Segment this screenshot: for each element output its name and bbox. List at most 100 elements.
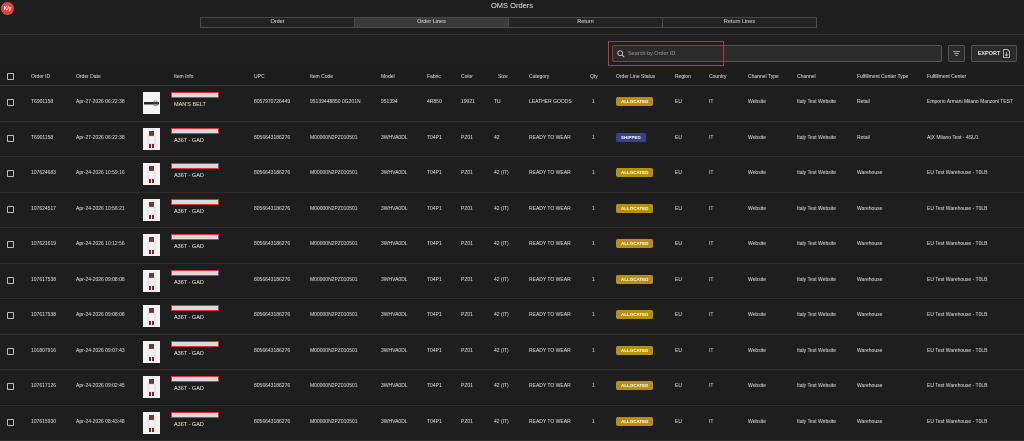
row-checkbox[interactable] bbox=[7, 206, 14, 213]
table-row[interactable]: 107617538Apr-24-2026 09:08:0880566431862… bbox=[0, 264, 1024, 300]
item-sku-chip[interactable] bbox=[171, 270, 219, 276]
cell-fabric: T04P1 bbox=[427, 312, 442, 318]
tab-return[interactable]: Return bbox=[509, 18, 663, 27]
col-upc[interactable]: UPC bbox=[254, 74, 265, 80]
export-button[interactable]: EXPORT bbox=[971, 45, 1017, 62]
cell-size: 42 (IT) bbox=[494, 348, 509, 354]
product-thumbnail[interactable] bbox=[143, 376, 160, 398]
col-size[interactable]: Size bbox=[498, 74, 508, 80]
cell-category: READY TO WEAR bbox=[529, 312, 571, 318]
col-order-id[interactable]: Order ID bbox=[31, 74, 50, 80]
item-sku-chip[interactable] bbox=[171, 163, 219, 169]
export-label: EXPORT bbox=[978, 51, 1001, 57]
item-name: A36T - GAD bbox=[174, 244, 204, 250]
cell-order-id: 107617538 bbox=[31, 277, 56, 283]
col-item-code[interactable]: Item Code bbox=[310, 74, 333, 80]
cell-channel: Italy Test Website bbox=[797, 206, 836, 212]
filter-button[interactable] bbox=[948, 45, 965, 62]
item-sku-chip[interactable] bbox=[171, 234, 219, 240]
cell-region: EU bbox=[675, 241, 682, 247]
table-row[interactable]: 107615930Apr-24-2026 08:43:4880566431862… bbox=[0, 406, 1024, 441]
cell-upc: 8056643186276 bbox=[254, 241, 290, 247]
cell-country: IT bbox=[709, 170, 713, 176]
col-order-line-status[interactable]: Order Line Status bbox=[616, 74, 655, 80]
row-checkbox[interactable] bbox=[7, 99, 14, 106]
item-name: A36T - GAD bbox=[174, 386, 204, 392]
cell-fc-type: Warehouse bbox=[857, 241, 882, 247]
col-fulfillment-center[interactable]: Fulfillment Center bbox=[927, 74, 966, 80]
product-thumbnail[interactable] bbox=[143, 199, 160, 221]
row-checkbox[interactable] bbox=[7, 277, 14, 284]
col-model[interactable]: Model bbox=[381, 74, 395, 80]
select-all-checkbox[interactable] bbox=[7, 73, 14, 80]
row-checkbox[interactable] bbox=[7, 348, 14, 355]
cell-country: IT bbox=[709, 419, 713, 425]
table-row[interactable]: T6901158Apr-27-2026 06:22:38805664318627… bbox=[0, 122, 1024, 158]
col-color[interactable]: Color bbox=[461, 74, 473, 80]
product-thumbnail[interactable] bbox=[143, 128, 160, 150]
cell-order-id: 107621619 bbox=[31, 241, 56, 247]
cell-category: READY TO WEAR bbox=[529, 135, 571, 141]
row-checkbox[interactable] bbox=[7, 312, 14, 319]
cell-model: 3WHVA0DL bbox=[381, 312, 408, 318]
table-row[interactable]: T6901158Apr-27-2026 06:22:38805797072644… bbox=[0, 86, 1024, 122]
col-channel[interactable]: Channel bbox=[797, 74, 816, 80]
col-qty[interactable]: Qty bbox=[590, 74, 598, 80]
item-sku-chip[interactable] bbox=[171, 376, 219, 382]
cell-order-date: Apr-27-2026 06:22:38 bbox=[76, 99, 125, 105]
product-thumbnail[interactable] bbox=[143, 305, 160, 327]
col-channel-type[interactable]: Channel Type bbox=[748, 74, 779, 80]
tab-return-lines[interactable]: Return Lines bbox=[663, 18, 816, 27]
product-thumbnail[interactable] bbox=[143, 234, 160, 256]
tab-order[interactable]: Order bbox=[201, 18, 355, 27]
cell-size: TU bbox=[494, 99, 501, 105]
status-badge: ALLOCATED bbox=[616, 168, 653, 177]
cell-qty: 1 bbox=[592, 99, 595, 105]
item-name: A36T - GAD bbox=[174, 422, 204, 428]
search-input[interactable] bbox=[626, 46, 930, 62]
col-item-info[interactable]: Item Info bbox=[174, 74, 193, 80]
row-checkbox[interactable] bbox=[7, 419, 14, 426]
product-thumbnail[interactable] bbox=[143, 270, 160, 292]
product-thumbnail[interactable] bbox=[143, 92, 160, 114]
page-title: OMS Orders bbox=[0, 1, 1024, 10]
cell-color: PZ01 bbox=[461, 419, 473, 425]
table-row[interactable]: 101807916Apr-24-2026 09:07:4380566431862… bbox=[0, 335, 1024, 371]
col-fulfillment-center-type[interactable]: Fulfillment Center Type bbox=[857, 74, 908, 80]
search-box[interactable] bbox=[612, 45, 942, 62]
item-sku-chip[interactable] bbox=[171, 128, 219, 134]
cell-item-code: M00000N2PZ010501 bbox=[310, 419, 358, 425]
row-checkbox[interactable] bbox=[7, 170, 14, 177]
cell-qty: 1 bbox=[592, 419, 595, 425]
product-thumbnail[interactable] bbox=[143, 412, 160, 434]
item-sku-chip[interactable] bbox=[171, 412, 219, 418]
col-fabric[interactable]: Fabric bbox=[427, 74, 441, 80]
cell-qty: 1 bbox=[592, 170, 595, 176]
col-category[interactable]: Category bbox=[529, 74, 549, 80]
item-sku-chip[interactable] bbox=[171, 341, 219, 347]
table-row[interactable]: 107617538Apr-24-2026 09:08:0880566431862… bbox=[0, 299, 1024, 335]
table-row[interactable]: 107617126Apr-24-2026 09:02:4580566431862… bbox=[0, 370, 1024, 406]
item-sku-chip[interactable] bbox=[171, 199, 219, 205]
col-order-date[interactable]: Order Date bbox=[76, 74, 101, 80]
product-thumbnail[interactable] bbox=[143, 163, 160, 185]
cell-fabric: T04P1 bbox=[427, 419, 442, 425]
cell-order-date: Apr-24-2026 09:07:43 bbox=[76, 348, 125, 354]
table-row[interactable]: 107621619Apr-24-2026 10:12:5680566431862… bbox=[0, 228, 1024, 264]
cell-category: READY TO WEAR bbox=[529, 170, 571, 176]
table-row[interactable]: 107624683Apr-24-2026 10:59:1680566431862… bbox=[0, 157, 1024, 193]
col-country[interactable]: Country bbox=[709, 74, 727, 80]
tab-order-lines[interactable]: Order Lines bbox=[355, 18, 509, 27]
col-region[interactable]: Region bbox=[675, 74, 691, 80]
row-checkbox[interactable] bbox=[7, 383, 14, 390]
row-checkbox[interactable] bbox=[7, 241, 14, 248]
cell-fabric: T04P1 bbox=[427, 206, 442, 212]
item-name: A36T - GAD bbox=[174, 280, 204, 286]
product-thumbnail[interactable] bbox=[143, 341, 160, 363]
cell-order-date: Apr-24-2026 09:08:08 bbox=[76, 312, 125, 318]
item-sku-chip[interactable] bbox=[171, 305, 219, 311]
cell-fc-type: Warehouse bbox=[857, 383, 882, 389]
row-checkbox[interactable] bbox=[7, 135, 14, 142]
table-row[interactable]: 107624517Apr-24-2026 10:56:2180566431862… bbox=[0, 193, 1024, 229]
item-sku-chip[interactable] bbox=[171, 92, 219, 98]
